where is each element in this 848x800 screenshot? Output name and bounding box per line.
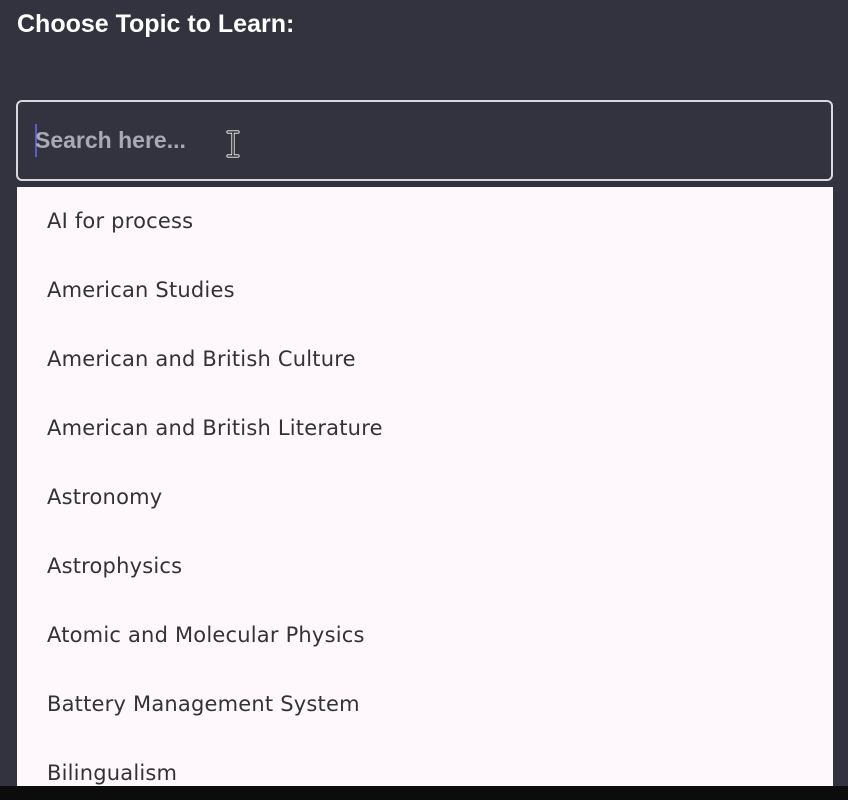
topic-option[interactable]: American Studies <box>17 256 833 325</box>
topic-option-label: Astrophysics <box>47 554 183 578</box>
topic-option[interactable]: Battery Management System <box>17 670 833 739</box>
topic-option-label: American and British Culture <box>47 347 356 371</box>
search-input[interactable] <box>35 120 795 160</box>
topic-option[interactable]: American and British Literature <box>17 394 833 463</box>
topic-option-label: American and British Literature <box>47 416 383 440</box>
topic-option-label: American Studies <box>47 278 235 302</box>
topic-option-label: Battery Management System <box>47 692 360 716</box>
topic-option[interactable]: AI for process <box>17 187 833 256</box>
topic-option-label: Astronomy <box>47 485 163 509</box>
bottom-bar <box>0 786 848 800</box>
topic-dropdown-list: AI for process American Studies American… <box>17 187 833 800</box>
topic-option-label: Bilingualism <box>47 761 178 785</box>
page-title: Choose Topic to Learn: <box>17 10 295 38</box>
text-cursor-icon <box>226 130 240 158</box>
topic-option[interactable]: Astronomy <box>17 463 833 532</box>
topic-option[interactable]: Atomic and Molecular Physics <box>17 601 833 670</box>
topic-option-label: Atomic and Molecular Physics <box>47 623 365 647</box>
topic-option-label: AI for process <box>47 209 194 233</box>
search-box[interactable] <box>16 100 833 181</box>
topic-option[interactable]: American and British Culture <box>17 325 833 394</box>
topic-option[interactable]: Astrophysics <box>17 532 833 601</box>
